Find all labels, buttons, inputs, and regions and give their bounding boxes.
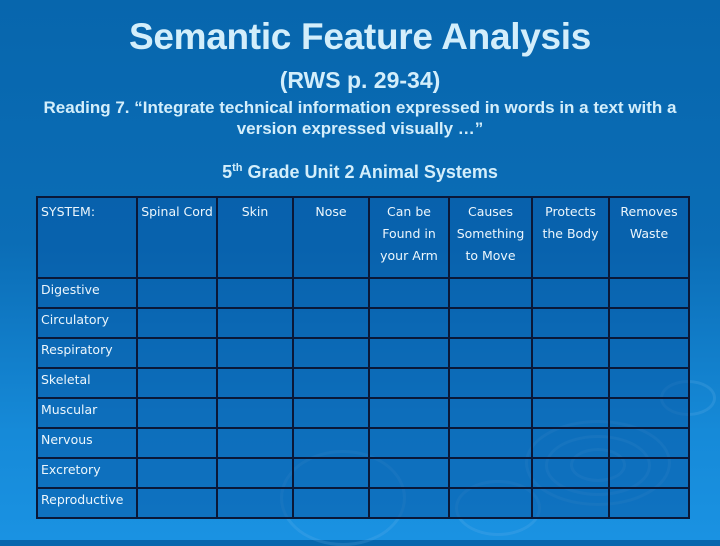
feature-cell[interactable]: [448, 457, 533, 489]
feature-cell[interactable]: [448, 397, 533, 429]
feature-cell[interactable]: [608, 427, 690, 459]
row-header: Nervous: [36, 427, 138, 459]
feature-cell[interactable]: [216, 337, 294, 369]
feature-cell[interactable]: [448, 277, 533, 309]
feature-cell[interactable]: [216, 427, 294, 459]
table-row: Excretory: [36, 457, 690, 489]
feature-cell[interactable]: [448, 307, 533, 339]
feature-cell[interactable]: [136, 307, 218, 339]
header-corner-cell: SYSTEM:: [36, 196, 138, 279]
feature-cell[interactable]: [136, 487, 218, 519]
reading-standard: Reading 7. “Integrate technical informat…: [43, 98, 677, 138]
feature-cell[interactable]: [531, 487, 610, 519]
feature-cell[interactable]: [608, 277, 690, 309]
table-header-row: SYSTEM: Spinal Cord Skin Nose Can be Fou…: [36, 196, 690, 279]
column-header: Skin: [216, 196, 294, 279]
feature-cell[interactable]: [368, 337, 450, 369]
feature-cell[interactable]: [136, 277, 218, 309]
unit-heading: 5th Grade Unit 2 Animal Systems: [0, 162, 720, 183]
row-header: Respiratory: [36, 337, 138, 369]
feature-cell[interactable]: [292, 487, 370, 519]
feature-cell[interactable]: [531, 457, 610, 489]
feature-cell[interactable]: [136, 337, 218, 369]
feature-cell[interactable]: [368, 277, 450, 309]
feature-cell[interactable]: [448, 487, 533, 519]
feature-cell[interactable]: [608, 457, 690, 489]
feature-cell[interactable]: [608, 367, 690, 399]
feature-cell[interactable]: [216, 397, 294, 429]
feature-cell[interactable]: [368, 427, 450, 459]
feature-cell[interactable]: [531, 277, 610, 309]
column-header: Protects the Body: [531, 196, 610, 279]
table-row: Respiratory: [36, 337, 690, 369]
column-header: Removes Waste: [608, 196, 690, 279]
row-header: Skeletal: [36, 367, 138, 399]
feature-cell[interactable]: [531, 367, 610, 399]
slide-subtitle: (RWS p. 29-34): [279, 67, 441, 93]
feature-cell[interactable]: [292, 397, 370, 429]
unit-grade-number: 5: [222, 162, 233, 182]
feature-cell[interactable]: [292, 337, 370, 369]
feature-cell[interactable]: [292, 457, 370, 489]
feature-cell[interactable]: [216, 277, 294, 309]
feature-cell[interactable]: [136, 367, 218, 399]
table-row: Digestive: [36, 277, 690, 309]
feature-cell[interactable]: [608, 337, 690, 369]
feature-cell[interactable]: [368, 307, 450, 339]
feature-cell[interactable]: [292, 427, 370, 459]
feature-cell[interactable]: [368, 397, 450, 429]
feature-cell[interactable]: [216, 487, 294, 519]
table-row: Muscular: [36, 397, 690, 429]
row-header: Reproductive: [36, 487, 138, 519]
unit-grade-ordinal: th: [232, 162, 243, 174]
feature-cell[interactable]: [531, 427, 610, 459]
column-header: Can be Found in your Arm: [368, 196, 450, 279]
feature-cell[interactable]: [368, 367, 450, 399]
feature-cell[interactable]: [608, 487, 690, 519]
feature-cell[interactable]: [448, 337, 533, 369]
feature-cell[interactable]: [368, 457, 450, 489]
row-header: Digestive: [36, 277, 138, 309]
semantic-feature-table: SYSTEM: Spinal Cord Skin Nose Can be Fou…: [36, 196, 690, 519]
table-row: Nervous: [36, 427, 690, 459]
column-header: Nose: [292, 196, 370, 279]
feature-cell[interactable]: [368, 487, 450, 519]
feature-cell[interactable]: [136, 397, 218, 429]
slide-title: Semantic Feature Analysis: [128, 16, 592, 57]
feature-cell[interactable]: [531, 397, 610, 429]
feature-cell[interactable]: [608, 307, 690, 339]
feature-cell[interactable]: [136, 457, 218, 489]
feature-cell[interactable]: [292, 307, 370, 339]
feature-cell[interactable]: [136, 427, 218, 459]
row-header: Circulatory: [36, 307, 138, 339]
column-header: Causes Something to Move: [448, 196, 533, 279]
feature-cell[interactable]: [292, 277, 370, 309]
column-header: Spinal Cord: [136, 196, 218, 279]
feature-cell[interactable]: [531, 307, 610, 339]
feature-cell[interactable]: [216, 367, 294, 399]
feature-cell[interactable]: [531, 337, 610, 369]
feature-cell[interactable]: [608, 397, 690, 429]
table-row: Skeletal: [36, 367, 690, 399]
row-header: Muscular: [36, 397, 138, 429]
feature-cell[interactable]: [216, 307, 294, 339]
feature-cell[interactable]: [448, 367, 533, 399]
feature-cell[interactable]: [292, 367, 370, 399]
feature-cell[interactable]: [448, 427, 533, 459]
row-header: Excretory: [36, 457, 138, 489]
feature-cell[interactable]: [216, 457, 294, 489]
table-row: Reproductive: [36, 487, 690, 519]
table-row: Circulatory: [36, 307, 690, 339]
unit-heading-text: Grade Unit 2 Animal Systems: [242, 162, 498, 182]
